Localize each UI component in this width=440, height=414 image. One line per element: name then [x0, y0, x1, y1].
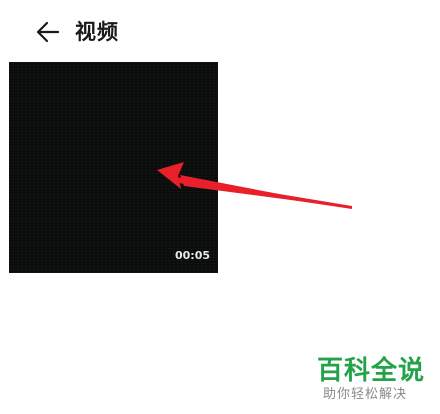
watermark-logo: 百科全说 助你轻松解决 — [305, 350, 435, 410]
top-bar: 视频 — [0, 0, 440, 64]
arrow-left-icon — [36, 21, 60, 43]
video-thumbnail[interactable]: 00:05 — [9, 62, 218, 273]
watermark-subtitle: 助你轻松解决 — [323, 387, 408, 402]
back-button[interactable] — [30, 16, 64, 50]
video-duration: 00:05 — [174, 249, 210, 262]
page-title: 视频 — [75, 20, 119, 44]
watermark-title: 百科全说 — [317, 356, 426, 386]
